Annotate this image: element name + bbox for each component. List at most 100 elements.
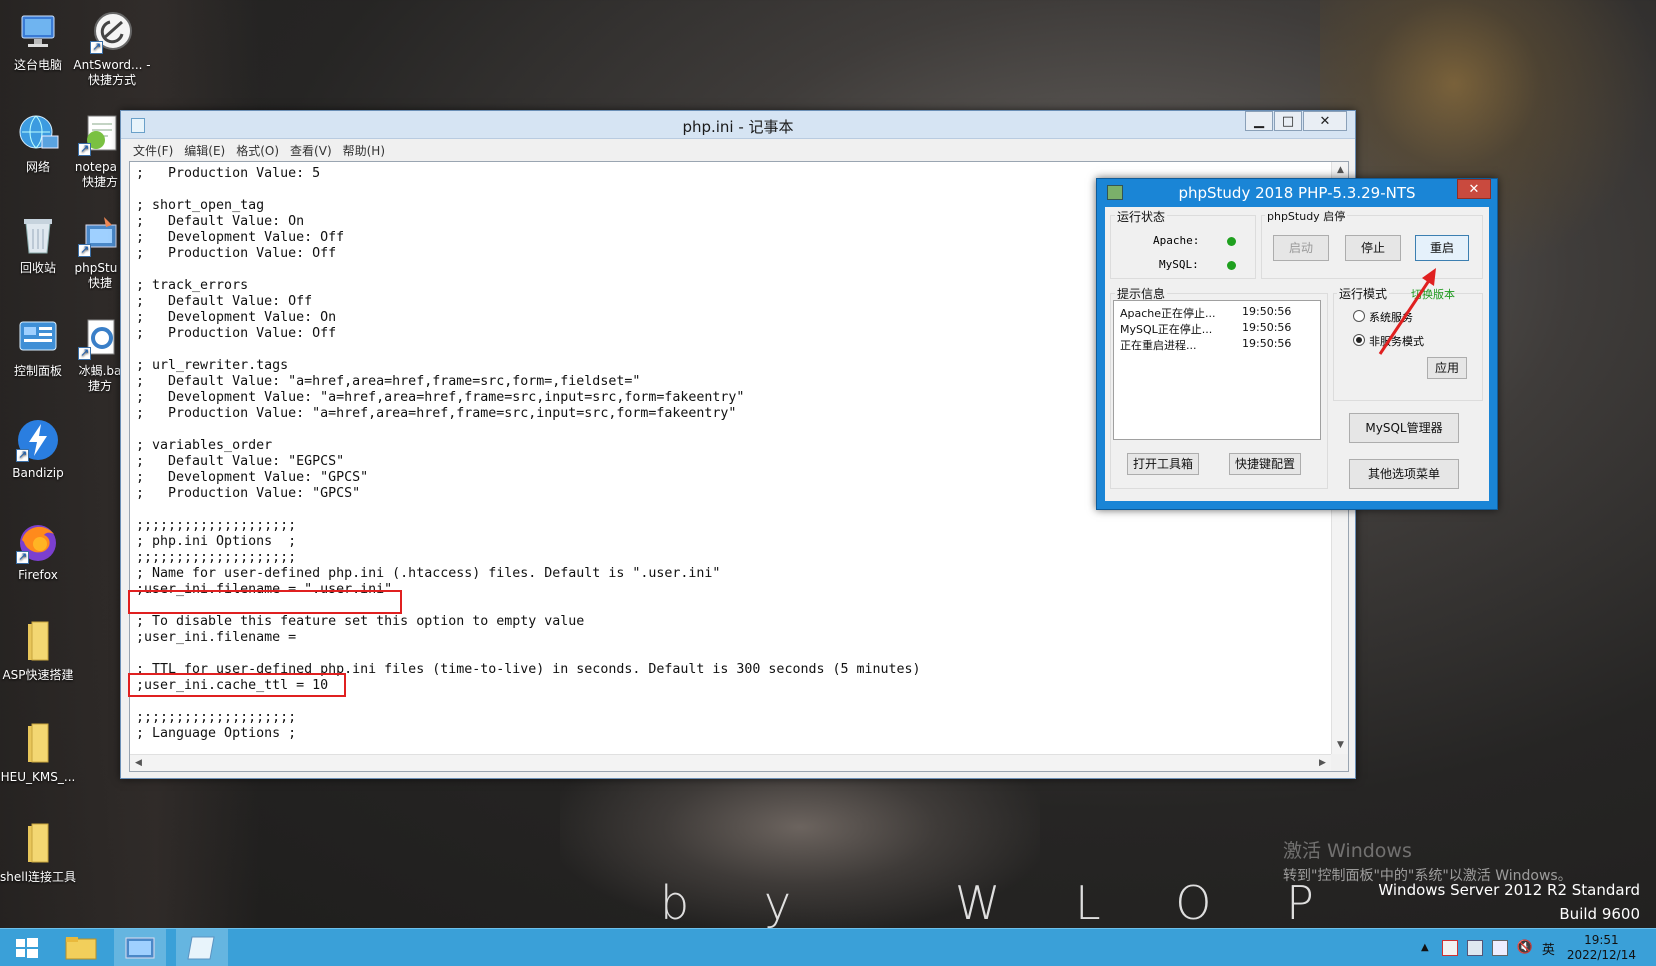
notepad-icon	[187, 936, 215, 960]
log-row: Apache正在停止... 19:50:56	[1120, 305, 1292, 320]
start-button[interactable]	[6, 929, 46, 966]
open-toolbox-button[interactable]: 打开工具箱	[1127, 453, 1199, 475]
desktop-icon-recycle-bin[interactable]: 回收站	[0, 213, 76, 276]
os-build: Build 9600	[1559, 905, 1640, 923]
close-button[interactable]: ✕	[1303, 111, 1347, 131]
show-hidden-icons-icon[interactable]: ▲	[1417, 940, 1433, 956]
shortcut-arrow-icon	[16, 549, 29, 564]
desktop-icon-label: 网络	[25, 160, 50, 174]
mysql-manager-button[interactable]: MySQL管理器	[1349, 413, 1459, 443]
desktop-icon-label: ASP快速搭建	[2, 668, 74, 682]
shortcut-config-button[interactable]: 快捷键配置	[1229, 453, 1301, 475]
desktop-icon-antsword[interactable]: AntSword... - 快捷方式	[72, 10, 152, 88]
desktop-icon-heu-kms[interactable]: HEU_KMS_...	[0, 722, 76, 785]
desktop-icon-network[interactable]: 网络	[0, 112, 76, 175]
clock[interactable]: 19:51 2022/12/14	[1567, 933, 1636, 963]
shortcut-arrow-icon	[78, 141, 91, 156]
notepad-plus-icon	[78, 112, 122, 156]
annotation-arrow-icon	[1378, 268, 1436, 355]
shortcut-arrow-icon	[78, 345, 91, 360]
apache-status-icon	[1227, 237, 1236, 246]
os-name: Windows Server 2012 R2 Standard	[1378, 881, 1640, 899]
scroll-left-icon[interactable]: ◀	[130, 755, 147, 771]
app-tray-icon[interactable]	[1466, 940, 1483, 956]
phpstudy-titlebar[interactable]: phpStudy 2018 PHP-5.3.29-NTS ✕	[1097, 179, 1497, 207]
notepad-titlebar[interactable]: php.ini - 记事本 ▁ □ ✕	[121, 111, 1355, 139]
log-list[interactable]: Apache正在停止... 19:50:56 MySQL正在停止... 19:50:…	[1113, 300, 1321, 440]
wallpaper-signature: b y W L O P	[660, 876, 1344, 930]
window-title: php.ini - 记事本	[682, 118, 794, 136]
highlight-user-ini-filename	[128, 590, 402, 614]
taskbar-phpstudy[interactable]	[114, 929, 166, 966]
firefox-icon	[16, 520, 60, 564]
folder-icon	[16, 620, 60, 664]
behinder-gear-icon	[78, 316, 122, 360]
desktop-icon-shell-tools[interactable]: shell连接工具	[0, 822, 76, 885]
menu-view[interactable]: 查看(V)	[290, 142, 332, 159]
phpstudy-title: phpStudy 2018 PHP-5.3.29-NTS	[1178, 184, 1416, 202]
phpstudy-close-button[interactable]: ✕	[1457, 179, 1491, 199]
volume-muted-icon[interactable]: 🔇	[1517, 940, 1533, 956]
scroll-down-icon[interactable]: ▼	[1332, 737, 1349, 754]
scroll-up-icon[interactable]: ▲	[1332, 162, 1349, 179]
scroll-right-icon[interactable]: ▶	[1314, 755, 1331, 771]
desktop-icon-label: shell连接工具	[0, 870, 76, 884]
apache-label: Apache:	[1153, 234, 1200, 247]
restart-button[interactable]: 重启	[1415, 235, 1469, 261]
clock-date: 2022/12/14	[1566, 948, 1636, 962]
scrollbar-corner	[1331, 754, 1348, 771]
system-tray: ▲ 🔇 英 19:51 2022/12/14	[1417, 929, 1656, 966]
desktop-icon-label: Firefox	[18, 568, 58, 582]
taskbar: ▲ 🔇 英 19:51 2022/12/14	[0, 928, 1656, 966]
folder-icon	[16, 722, 60, 766]
recycle-bin-icon	[16, 213, 60, 257]
minimize-button[interactable]: ▁	[1245, 111, 1273, 131]
desktop-icon-this-pc[interactable]: 这台电脑	[0, 10, 76, 73]
log-row: 正在重启进程... 19:50:56	[1120, 337, 1292, 352]
taskbar-notepad[interactable]	[176, 929, 228, 966]
log-row: MySQL正在停止... 19:50:56	[1120, 321, 1292, 336]
start-button[interactable]: 启动	[1273, 235, 1329, 261]
ime-indicator[interactable]: 英	[1542, 939, 1555, 958]
highlight-user-ini-cache-ttl	[128, 673, 346, 697]
clock-time: 19:51	[1584, 933, 1619, 947]
stop-button[interactable]: 停止	[1345, 235, 1401, 261]
antsword-icon	[90, 10, 134, 54]
taskbar-file-explorer[interactable]	[60, 929, 102, 966]
desktop-icon-control-panel[interactable]: 控制面板	[0, 316, 76, 379]
windows-logo-icon	[16, 938, 38, 958]
network-globe-icon	[16, 112, 60, 156]
folder-icon	[16, 822, 60, 866]
mode-system-service-radio[interactable]	[1353, 310, 1365, 322]
mode-non-service-radio[interactable]	[1353, 334, 1365, 346]
shortcut-arrow-icon	[16, 447, 29, 462]
folder-icon	[65, 937, 97, 960]
desktop-icon-bandizip[interactable]: Bandizip	[0, 418, 76, 481]
desktop-icon-label: 控制面板	[13, 364, 62, 378]
shortcut-arrow-icon	[90, 39, 103, 54]
network-icon[interactable]	[1491, 940, 1508, 956]
control-group-label: phpStudy 启停	[1265, 208, 1348, 224]
mysql-status-icon	[1227, 261, 1236, 270]
horizontal-scrollbar[interactable]: ◀ ▶	[130, 754, 1331, 771]
menu-help[interactable]: 帮助(H)	[343, 142, 385, 159]
status-group-label: 运行状态	[1115, 208, 1168, 225]
computer-icon	[16, 10, 60, 54]
other-options-button[interactable]: 其他选项菜单	[1349, 459, 1459, 489]
mysql-label: MySQL:	[1159, 258, 1199, 271]
desktop-icon-firefox[interactable]: Firefox	[0, 520, 76, 583]
control-panel-icon	[16, 316, 60, 360]
phpstudy-icon	[125, 937, 155, 959]
desktop-icon-label: HEU_KMS_...	[0, 770, 76, 784]
menu-bar: 文件(F) 编辑(E) 格式(O) 查看(V) 帮助(H)	[121, 139, 1355, 161]
menu-format[interactable]: 格式(O)	[236, 142, 279, 159]
bandizip-icon	[16, 418, 60, 462]
desktop-icon-asp-folder[interactable]: ASP快速搭建	[0, 620, 76, 683]
activation-watermark-title: 激活 Windows	[1283, 840, 1412, 862]
desktop-icon-label: 回收站	[19, 261, 56, 275]
maximize-button[interactable]: □	[1274, 111, 1302, 131]
menu-file[interactable]: 文件(F)	[133, 142, 173, 159]
menu-edit[interactable]: 编辑(E)	[184, 142, 225, 159]
security-flag-icon[interactable]	[1441, 940, 1458, 956]
shortcut-arrow-icon	[78, 242, 91, 257]
